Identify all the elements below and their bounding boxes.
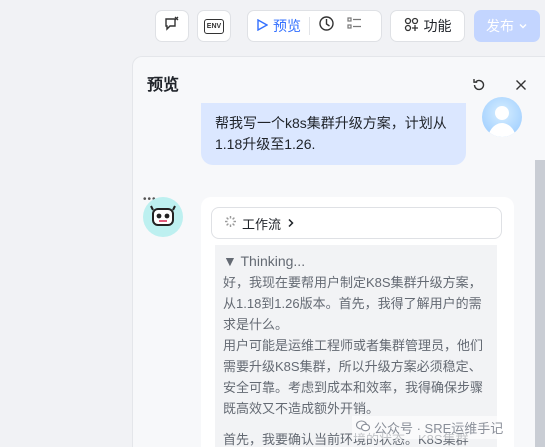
env-label: ENV bbox=[206, 22, 222, 30]
workflow-chip[interactable]: 工作流 bbox=[211, 207, 502, 239]
bot-message-card: 工作流 ▼ Thinking... 好，我现在要帮用户制定K8S集群升级方案，从… bbox=[201, 197, 514, 447]
refresh-icon[interactable] bbox=[469, 75, 489, 95]
play-icon bbox=[256, 18, 269, 34]
preview-group: 预览 bbox=[247, 10, 382, 42]
user-avatar bbox=[482, 97, 522, 137]
chat-clear-icon bbox=[164, 16, 180, 37]
panel-header-actions bbox=[469, 75, 531, 95]
thinking-header[interactable]: ▼ Thinking... bbox=[223, 251, 489, 272]
preview-label: 预览 bbox=[273, 18, 301, 34]
env-icon: ENV bbox=[204, 18, 224, 34]
user-message-bubble: 帮我写一个k8s集群升级方案，计划从1.18升级至1.26. bbox=[201, 103, 466, 165]
debug-icon[interactable] bbox=[318, 15, 335, 37]
publish-button[interactable]: 发布 bbox=[474, 10, 540, 42]
preview-panel: 预览 帮我写一个k8s集群升级方案，计划从1.18升级至1.26. ••• 工作… bbox=[132, 56, 545, 447]
scrollbar[interactable] bbox=[535, 160, 545, 447]
thinking-paragraph: 用户可能是运维工程师或者集群管理员，他们需要升级K8S集群，所以升级方案必须稳定… bbox=[223, 338, 484, 416]
wechat-icon bbox=[355, 420, 371, 435]
workflow-label: 工作流 bbox=[242, 216, 282, 232]
apps-icon bbox=[404, 17, 419, 35]
clear-chat-button[interactable] bbox=[155, 10, 189, 42]
feature-label: 功能 bbox=[423, 18, 452, 34]
publish-label: 发布 bbox=[486, 18, 514, 34]
feature-button[interactable]: 功能 bbox=[390, 10, 465, 42]
close-icon[interactable] bbox=[511, 75, 531, 95]
bot-avatar bbox=[143, 197, 183, 237]
user-message-text: 帮我写一个k8s集群升级方案，计划从1.18升级至1.26. bbox=[215, 115, 447, 152]
top-toolbar: ENV 预览 功能 发布 bbox=[0, 10, 545, 44]
divider bbox=[309, 17, 310, 35]
thinking-paragraph: 好，我现在要帮用户制定K8S集群升级方案，从1.18到1.26版本。首先，我得了… bbox=[223, 275, 482, 332]
chevron-right-icon bbox=[286, 216, 295, 231]
loading-spinner-icon bbox=[224, 215, 237, 231]
panel-title: 预览 bbox=[147, 77, 180, 94]
preview-button[interactable]: 预览 bbox=[256, 16, 301, 36]
env-button[interactable]: ENV bbox=[197, 10, 231, 42]
chevron-down-icon bbox=[518, 18, 528, 34]
watermark-text: 公众号 · SRE运维手记 bbox=[374, 421, 504, 436]
watermark: 公众号 · SRE运维手记 bbox=[352, 416, 508, 439]
list-icon[interactable] bbox=[347, 16, 362, 36]
